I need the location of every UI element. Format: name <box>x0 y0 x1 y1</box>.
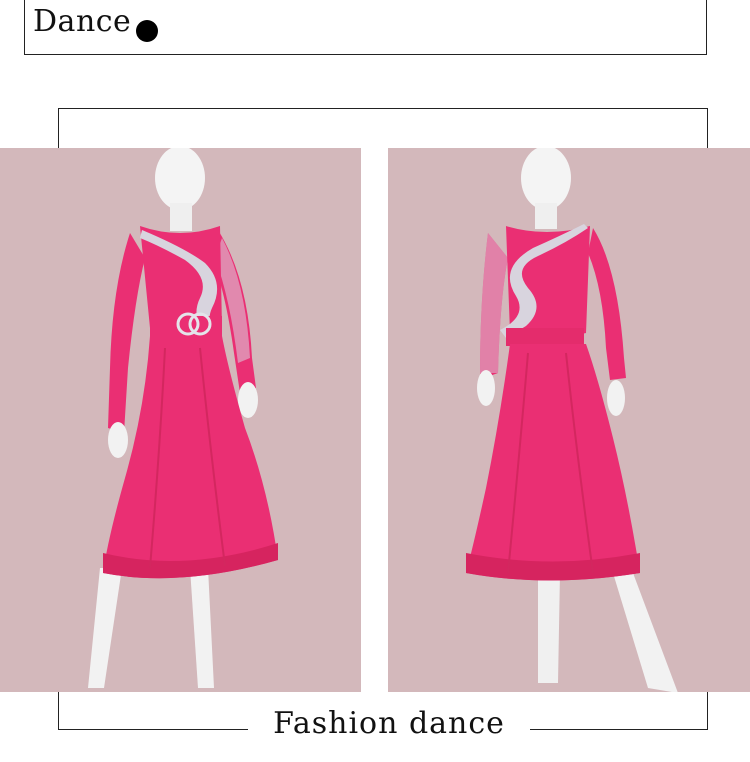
dress-photo-back <box>388 148 750 692</box>
header-box: Dance <box>24 0 707 55</box>
bullet-dot-icon <box>136 20 158 42</box>
caption-text: Fashion dance <box>273 706 505 741</box>
header-title: Dance <box>33 4 132 39</box>
dress-photo-front <box>0 148 361 692</box>
